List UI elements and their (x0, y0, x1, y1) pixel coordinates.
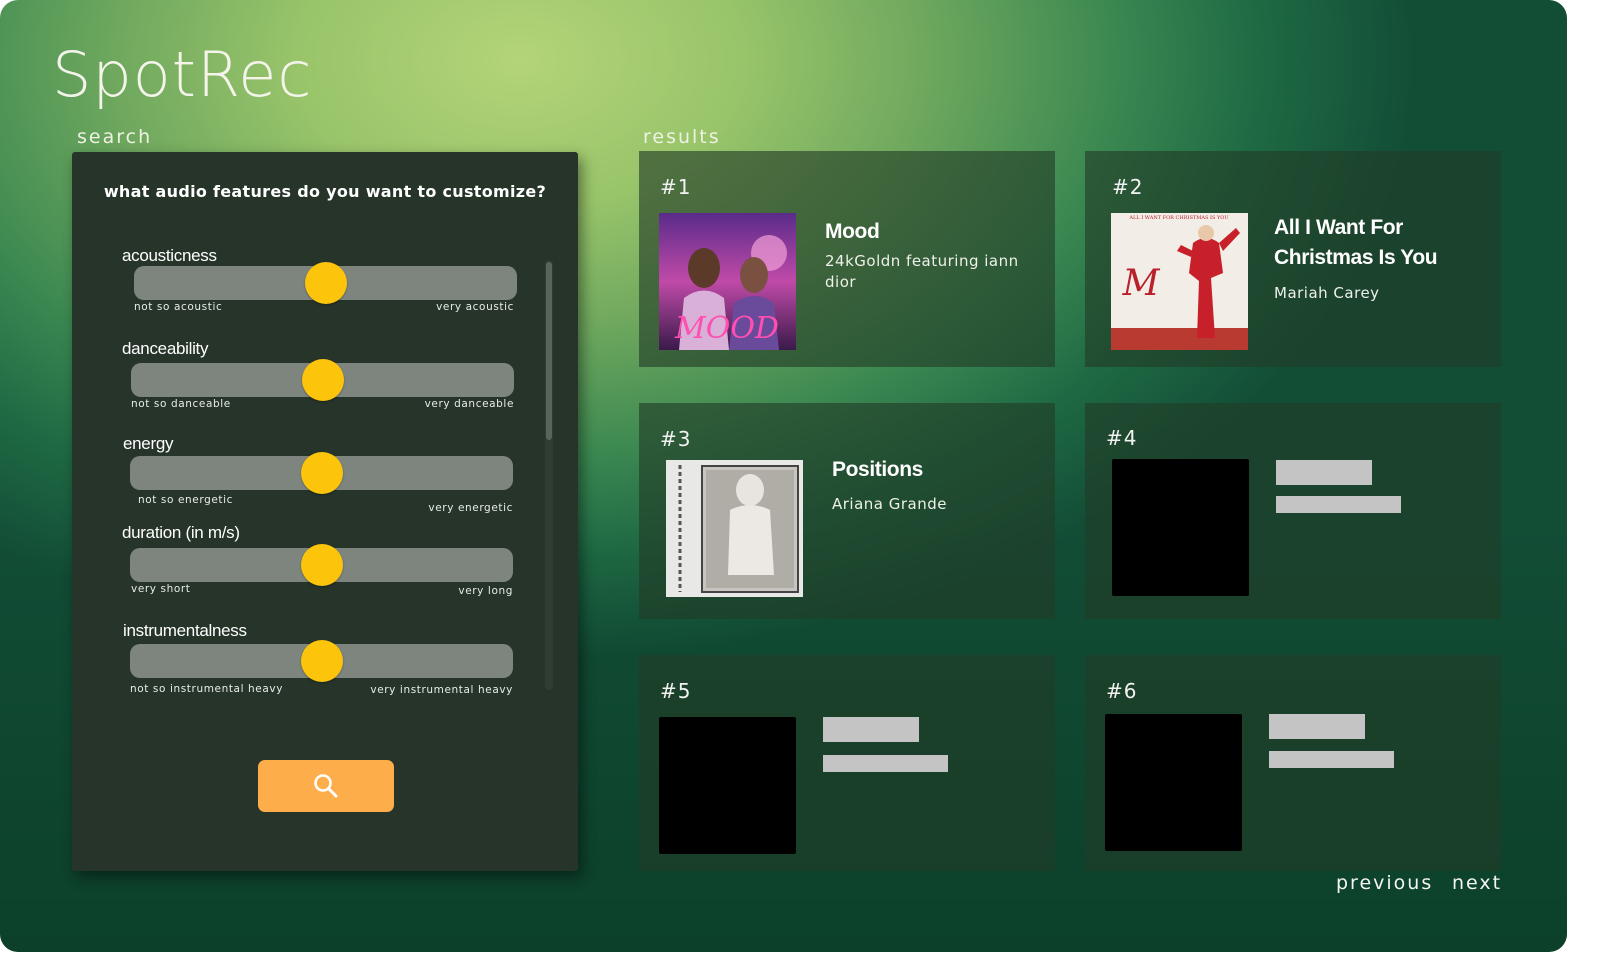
result-card-4[interactable]: #4 (1085, 403, 1501, 619)
slider-min-label: not so acoustic (134, 301, 223, 313)
danceability-thumb[interactable] (301, 359, 344, 401)
slider-label: acousticness (122, 246, 217, 265)
card-rank: #4 (1106, 426, 1138, 450)
svg-text:MOOD: MOOD (674, 311, 779, 346)
artist-placeholder (1276, 496, 1401, 513)
panel-scrollbar[interactable] (545, 260, 553, 690)
slider-instrumentalness: instrumentalness not so instrumental hea… (72, 619, 578, 709)
next-page-link[interactable]: next (1452, 872, 1502, 894)
slider-max-label: very long (458, 585, 513, 597)
slider-label: energy (123, 434, 174, 453)
slider-min-label: not so energetic (138, 494, 234, 506)
scrollbar-thumb[interactable] (546, 262, 552, 440)
title-placeholder (1276, 460, 1372, 485)
previous-page-link[interactable]: previous (1336, 872, 1433, 894)
slider-energy: energy not so energetic very energetic (72, 432, 578, 522)
title-placeholder (1269, 714, 1365, 739)
song-title: Mood (825, 220, 880, 243)
app-window: SpotRec search results what audio featur… (0, 0, 1567, 952)
album-cover-placeholder (1105, 714, 1242, 851)
danceability-track[interactable] (131, 359, 514, 401)
result-card-3[interactable]: #3 Positions Ariana Grande (639, 403, 1055, 619)
search-button[interactable] (258, 760, 394, 812)
song-artist: Mariah Carey (1274, 284, 1380, 302)
search-section-label: search (77, 126, 153, 148)
slider-label: instrumentalness (123, 621, 247, 640)
song-artist: Ariana Grande (832, 495, 947, 513)
artist-placeholder (823, 755, 948, 772)
card-rank: #2 (1112, 175, 1144, 199)
song-title: Positions (832, 458, 923, 481)
energy-thumb[interactable] (300, 452, 343, 494)
result-card-6[interactable]: #6 (1085, 655, 1501, 871)
title-placeholder (823, 717, 919, 742)
slider-acousticness: acousticness not so acoustic very acoust… (72, 244, 578, 334)
slider-max-label: very instrumental heavy (370, 684, 513, 696)
results-section-label: results (643, 126, 721, 148)
album-cover-placeholder (1112, 459, 1249, 596)
app-logo: SpotRec (52, 38, 313, 111)
positions-album-cover (666, 460, 803, 597)
acousticness-track[interactable] (134, 262, 517, 304)
svg-text:M: M (1122, 263, 1161, 304)
panel-question: what audio features do you want to custo… (103, 182, 547, 201)
artist-placeholder (1269, 751, 1394, 768)
result-card-2[interactable]: #2 M ALL I WANT FOR CHRISTMAS IS YOU All… (1085, 151, 1501, 367)
slider-max-label: very energetic (428, 502, 513, 514)
slider-min-label: not so instrumental heavy (130, 683, 284, 695)
song-artist: 24kGoldn featuring iann dior (825, 252, 1019, 291)
slider-duration: duration (in m/s) very short very long (72, 521, 578, 611)
search-panel: what audio features do you want to custo… (72, 152, 578, 871)
acousticness-thumb[interactable] (304, 262, 347, 304)
card-rank: #5 (660, 679, 692, 703)
slider-max-label: very acoustic (436, 301, 514, 313)
search-icon (314, 774, 338, 798)
result-card-5[interactable]: #5 (639, 655, 1055, 871)
slider-max-label: very danceable (424, 398, 514, 410)
mood-album-cover: MOOD (659, 213, 796, 350)
svg-text:ALL I WANT FOR CHRISTMAS IS YO: ALL I WANT FOR CHRISTMAS IS YOU (1128, 215, 1228, 221)
energy-track[interactable] (130, 452, 513, 494)
card-rank: #3 (660, 427, 692, 451)
slider-danceability: danceability not so danceable very dance… (72, 337, 578, 427)
instrumentalness-track[interactable] (130, 640, 513, 682)
card-rank: #6 (1106, 679, 1138, 703)
duration-thumb[interactable] (300, 544, 343, 586)
merry-christmas-album-cover: M ALL I WANT FOR CHRISTMAS IS YOU (1111, 213, 1248, 350)
slider-label: danceability (122, 339, 209, 358)
duration-track[interactable] (130, 544, 513, 586)
result-card-1[interactable]: #1 MOOD Mood 24kGoldn featuring iann dio… (639, 151, 1055, 367)
slider-min-label: not so danceable (131, 398, 231, 410)
slider-min-label: very short (131, 583, 191, 595)
instrumentalness-thumb[interactable] (300, 640, 343, 682)
album-cover-placeholder (659, 717, 796, 854)
song-title: All I Want For Christmas Is You (1274, 216, 1438, 269)
card-rank: #1 (660, 175, 692, 199)
slider-label: duration (in m/s) (122, 523, 240, 542)
